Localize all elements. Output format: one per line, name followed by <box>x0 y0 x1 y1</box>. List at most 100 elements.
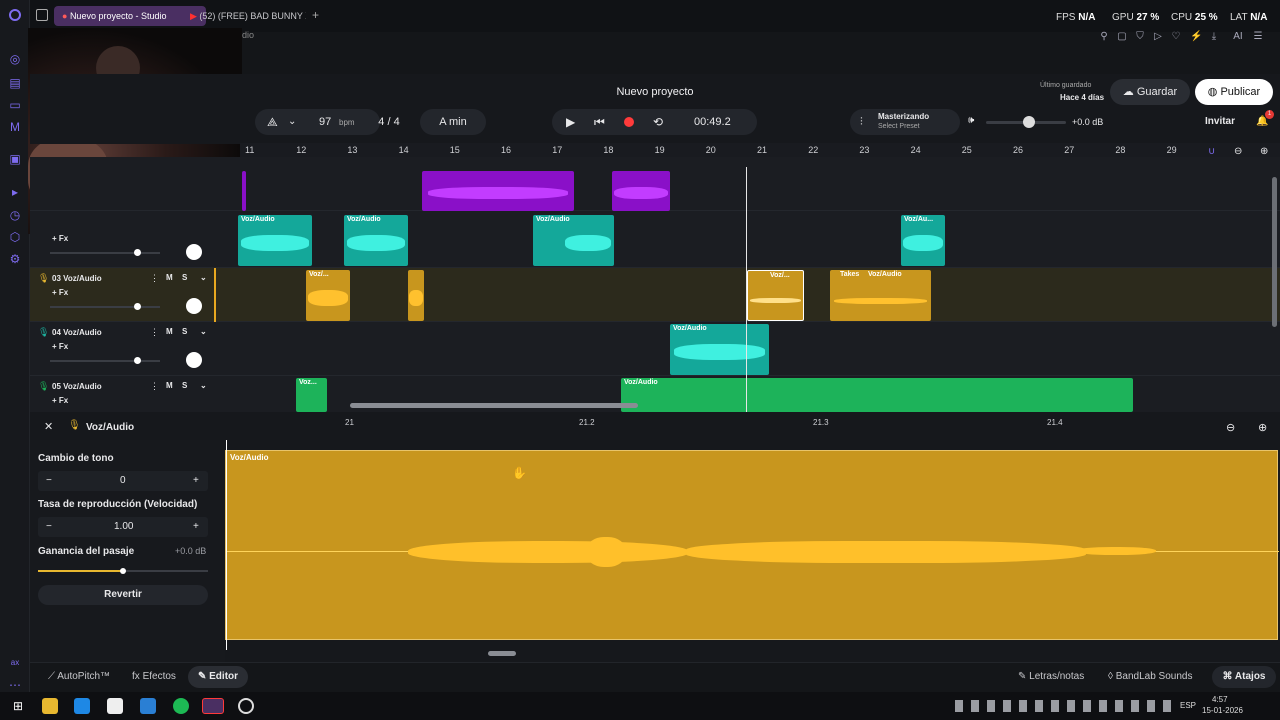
track-3-name[interactable]: 03 Voz/Audio <box>52 274 102 283</box>
tab-manager-icon[interactable] <box>36 9 48 21</box>
clip-gold-selected[interactable]: Voz/... <box>747 270 804 321</box>
bandlab-logo-icon[interactable] <box>9 9 21 21</box>
track-5-mute[interactable]: M <box>166 381 173 390</box>
track-3-solo[interactable]: S <box>182 273 187 282</box>
clip-teal-5[interactable]: Voz/Audio <box>670 324 769 375</box>
rate-value[interactable]: 1.00 <box>114 521 133 532</box>
clip-teal-3[interactable]: Voz/Audio <box>533 215 614 266</box>
track-5-solo[interactable]: S <box>182 381 187 390</box>
sidebar-fx-icon[interactable]: ax <box>8 656 22 670</box>
sidebar-more-icon[interactable]: ⋯ <box>8 678 22 692</box>
timeline-ruler[interactable]: 11 12 13 14 15 16 17 18 19 20 21 22 23 24 25 26 27 28 29 <box>240 143 1280 157</box>
track-5-fx[interactable]: + Fx <box>52 396 68 405</box>
sidebar-play-icon[interactable]: ▸ <box>8 185 22 199</box>
mastering-button[interactable]: ⫶ Masterizando Select Preset <box>850 109 960 135</box>
track-2-pan-knob[interactable] <box>186 244 202 260</box>
clip-gold-1[interactable]: Voz/... <box>306 270 350 321</box>
editor-playhead[interactable] <box>226 440 227 650</box>
extension-icon[interactable]: ⚡ <box>1190 31 1202 42</box>
invite-button[interactable]: Invitar <box>1205 116 1235 127</box>
editor-clip[interactable]: Voz/Audio <box>225 450 1279 640</box>
track-4-mute[interactable]: M <box>166 327 173 336</box>
opera-icon[interactable] <box>202 698 224 714</box>
pitch-increment[interactable]: + <box>193 475 199 486</box>
clip-teal-4[interactable]: Voz/Au... <box>901 215 945 266</box>
time-signature[interactable]: 4 / 4 <box>367 109 411 135</box>
clip-purple-edge[interactable] <box>242 171 246 211</box>
track-3-expand-icon[interactable]: ⌄ <box>200 273 207 282</box>
rewind-button[interactable]: ⏮ <box>594 109 605 135</box>
file-explorer-icon[interactable] <box>42 698 58 714</box>
shortcuts-button[interactable]: ⌘ Atajos <box>1212 666 1276 688</box>
pitch-stepper[interactable]: − 0 + <box>38 471 208 491</box>
store-icon[interactable] <box>107 698 123 714</box>
screenshot-icon[interactable]: ▢ <box>1116 31 1128 42</box>
track-2-fx[interactable]: + Fx <box>52 234 68 243</box>
sidebar-message-icon[interactable]: ▭ <box>8 98 22 112</box>
track-3-volume-slider[interactable] <box>50 306 160 308</box>
track-3-pan-knob[interactable] <box>186 298 202 314</box>
magnet-icon[interactable]: ∪ <box>1208 146 1215 157</box>
track-3-mute[interactable]: M <box>166 273 173 282</box>
rate-decrement[interactable]: − <box>46 521 52 532</box>
play-button[interactable]: ▶ <box>566 109 575 135</box>
clip-purple-2[interactable] <box>612 171 670 211</box>
play-icon[interactable]: ▷ <box>1152 31 1164 42</box>
vertical-scrollbar[interactable] <box>1272 177 1277 327</box>
track-4-volume-knob[interactable] <box>134 357 141 364</box>
bpm-value[interactable]: 97 <box>319 109 331 135</box>
zoom-in-icon[interactable]: ⊕ <box>1260 146 1268 157</box>
effects-tab[interactable]: fx Efectos <box>132 671 176 682</box>
vscode-icon[interactable] <box>140 698 156 714</box>
clip-teal-1[interactable]: Voz/Audio <box>238 215 312 266</box>
zoom-out-icon[interactable]: ⊖ <box>1234 146 1242 157</box>
track-4-menu-icon[interactable]: ⋮ <box>150 327 159 338</box>
editor-scrollbar[interactable] <box>488 651 516 656</box>
sidebar-m-icon[interactable]: M <box>8 120 22 134</box>
download-icon[interactable]: ⤓ <box>1208 31 1220 42</box>
rate-increment[interactable]: + <box>193 521 199 532</box>
sidebar-cube-icon[interactable]: ⬡ <box>8 230 22 244</box>
editor-zoom-in-icon[interactable]: ⊕ <box>1258 421 1267 434</box>
track-3-fx[interactable]: + Fx <box>52 288 68 297</box>
track-5-name[interactable]: 05 Voz/Audio <box>52 382 102 391</box>
pin-icon[interactable]: ⚲ <box>1098 31 1110 42</box>
pitch-decrement[interactable]: − <box>46 475 52 486</box>
close-editor-icon[interactable]: ✕ <box>44 420 53 433</box>
clip-purple-1[interactable] <box>422 171 574 211</box>
sidebar-twitch-icon[interactable]: ▣ <box>8 152 22 166</box>
menu-icon[interactable]: ☰ <box>1252 31 1264 42</box>
sidebar-settings-icon[interactable]: ⚙ <box>8 252 22 266</box>
autopitch-tab[interactable]: ⟋ AutoPitch™ <box>48 671 110 682</box>
master-volume-knob[interactable] <box>1023 116 1035 128</box>
lyrics-tab[interactable]: ✎ Letras/notas <box>1018 671 1084 682</box>
sidebar-library-icon[interactable]: ▤ <box>8 76 22 90</box>
horizontal-scrollbar[interactable] <box>350 403 638 408</box>
clip-gold-takes[interactable]: Takes Voz/Audio <box>830 270 931 321</box>
obs-icon[interactable] <box>238 698 254 714</box>
track-4-name[interactable]: 04 Voz/Audio <box>52 328 102 337</box>
volume-icon[interactable]: 🕪 <box>968 115 974 126</box>
gain-slider-knob[interactable] <box>120 568 126 574</box>
language-indicator[interactable]: ESP <box>1180 701 1196 710</box>
track-4-fx[interactable]: + Fx <box>52 342 68 351</box>
ai-button[interactable]: AI <box>1228 31 1248 42</box>
edge-icon[interactable] <box>74 698 90 714</box>
revert-button[interactable]: Revertir <box>38 585 208 605</box>
track-2-volume-knob[interactable] <box>134 249 141 256</box>
clip-green-1[interactable]: Voz... <box>296 378 327 412</box>
metronome-icon[interactable]: ⟁ <box>267 109 278 135</box>
track-3-menu-icon[interactable]: ⋮ <box>150 273 159 284</box>
tab-youtube[interactable]: ▶ (52) (FREE) BAD BUNNY X <box>182 6 306 26</box>
editor-ruler[interactable]: 21 21.2 21.3 21.4 <box>225 416 1225 432</box>
editor-tab[interactable]: ✎ Editor <box>188 666 248 688</box>
loop-button[interactable]: ⟲ <box>653 109 663 135</box>
clip-gold-2[interactable] <box>408 270 424 321</box>
track-5-expand-icon[interactable]: ⌄ <box>200 381 207 390</box>
publish-button[interactable]: ◍ Publicar <box>1195 79 1273 105</box>
track-5-menu-icon[interactable]: ⋮ <box>150 381 159 392</box>
track-2-volume-slider[interactable] <box>50 252 160 254</box>
track-4-solo[interactable]: S <box>182 327 187 336</box>
system-tray-icons[interactable] <box>955 700 1175 712</box>
spotify-icon[interactable] <box>173 698 189 714</box>
